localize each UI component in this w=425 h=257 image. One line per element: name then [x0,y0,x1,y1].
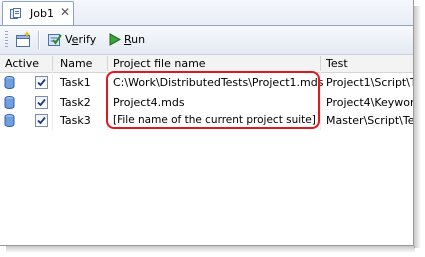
database-icon [4,96,15,109]
test-path: Project4\Keyword [326,96,413,109]
run-button[interactable]: Run [105,30,147,50]
database-icon [4,76,15,89]
active-checkbox[interactable] [35,114,48,127]
column-header-name[interactable]: Name [60,57,92,70]
active-checkbox[interactable] [35,76,48,89]
close-icon[interactable]: ✕ [60,6,70,18]
new-item-button[interactable] [13,30,33,50]
column-header-active[interactable]: Active [5,57,39,70]
toolbar: Verify Run [0,26,413,55]
active-checkbox[interactable] [35,96,48,109]
test-path: Project1\Script\Te [326,76,413,89]
checkmark-icon [37,116,46,125]
highlight-annotation [106,71,320,129]
database-icon [4,114,15,127]
checkmark-icon [37,78,46,87]
column-header-project-file[interactable]: Project file name [113,57,206,70]
tab-strip: Job1 ✕ [0,0,413,26]
job-icon [10,8,21,19]
tab-label: Job1 [30,7,54,20]
column-divider[interactable] [52,56,53,71]
toolbar-separator [38,31,40,49]
verify-button[interactable]: Verify [44,30,100,50]
column-divider[interactable] [107,56,108,71]
task-name: Task1 [60,76,91,89]
run-label: Run [124,33,146,46]
toolbar-grip[interactable] [5,31,8,49]
checkmark-icon [37,98,46,107]
column-divider[interactable] [320,56,321,71]
task-name: Task2 [60,96,91,109]
test-path: Master\Script\Test [326,114,413,127]
tab-job1[interactable]: Job1 ✕ [2,1,74,25]
window-shadow-bottom [6,246,415,253]
run-icon [109,33,121,46]
verify-icon [48,34,62,46]
new-item-icon [16,31,31,47]
column-header-test[interactable]: Test [326,57,348,70]
task-name: Task3 [60,114,91,127]
verify-label: Verify [65,33,97,46]
window-shadow-right [414,6,421,248]
